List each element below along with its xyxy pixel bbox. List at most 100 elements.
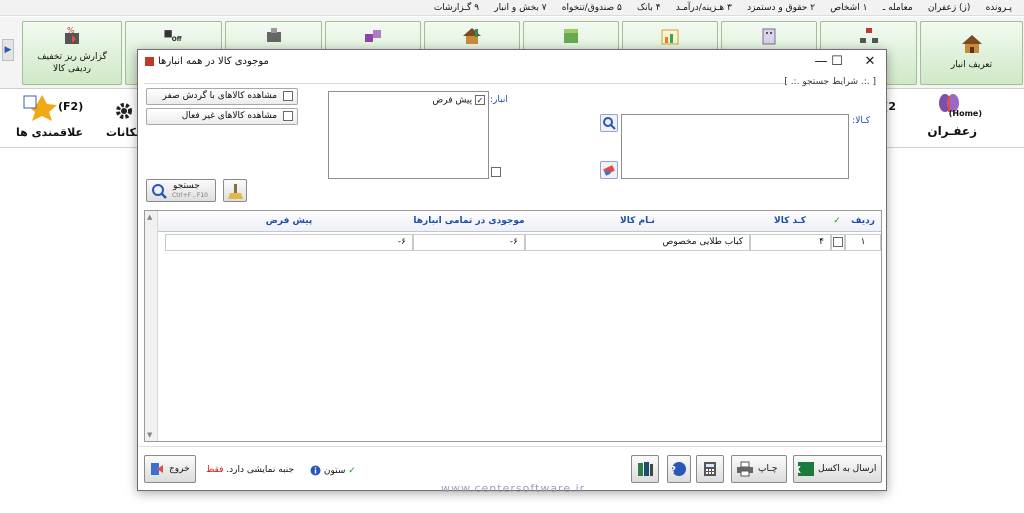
define-warehouse-button[interactable]: تعریف انبار [920,21,1023,85]
cell-row: ۱ [845,234,881,251]
menu-trade[interactable]: معامله ـ [877,0,919,16]
menu-persons[interactable]: ۱ اشخاص [824,0,873,16]
excel-icon: X [797,462,814,476]
option-inactive[interactable]: مشاهده کالاهای غیر فعال [146,108,298,125]
svg-text:X: X [797,465,801,476]
search-icon [152,184,167,199]
scroll-down-icon[interactable]: ▼ [147,431,152,439]
col-header-code[interactable]: کـد کالا [750,211,830,231]
search-conditions-divider [144,83,786,84]
calculator-icon [704,462,716,476]
ribbon-scroll-right-icon[interactable]: ▶ [2,39,14,61]
exit-button[interactable]: خروج [144,455,196,483]
search-button-label: جستجو [173,181,200,191]
cell-default: ۶- [165,234,413,251]
scroll-up-icon[interactable]: ▲ [147,213,152,221]
open-box-icon [564,29,578,43]
close-button[interactable]: ✕ [853,50,887,74]
exit-label: خروج [169,464,190,474]
maximize-button[interactable]: ☐ [820,50,854,74]
report-discount-button[interactable]: % گزارش ریز تخفیف ردیفی کالا [22,21,122,85]
report-discount-label-2: ردیفی کالا [53,64,91,74]
printer-icon [737,461,753,477]
dialog-app-icon [145,57,154,66]
option-zero-checkbox[interactable] [283,90,293,101]
eraser-icon [603,165,615,176]
books-button[interactable] [631,455,659,483]
help-button[interactable]: ? [667,455,691,483]
warehouse-select-all-checkbox[interactable] [491,167,501,177]
favorites-hotkey: (F2) [58,100,84,113]
warehouse-item-label: پیش فرض [432,95,473,106]
status-note: جنبه نمایشی دارد. فقط [206,465,294,475]
grid-scrollbar[interactable]: ▲ ▼ [145,211,158,441]
cell-name: کباب طلایی مخصوص [525,234,750,251]
col-header-row[interactable]: ردیف [845,211,881,231]
stock-grid[interactable]: ▲ ▼ ردیف ✓ کـد کالا نـام کالا موجودی در … [144,210,882,442]
product-list[interactable] [621,114,849,179]
product-label: کـالا: [852,116,870,126]
col-header-check-icon[interactable]: ✓ [831,211,843,231]
books-icon [638,462,653,476]
home-hotkey-label: (Home) [948,109,982,118]
building-icon [762,28,776,45]
favorites-label[interactable]: علاقمندی ها [16,126,83,139]
menu-zafaran[interactable]: (ز) زعفران [922,0,977,16]
col-header-default[interactable]: پیش فرض [165,211,413,231]
clear-filters-button[interactable] [223,179,247,202]
brand-label[interactable]: زعفـران [927,124,977,138]
cell-code: ۴ [750,234,831,251]
excel-export-button[interactable]: X ارسال به اکسل [793,455,882,483]
search-button[interactable]: جستجو Ctrl+F , F10 [146,179,216,202]
watermark-url: www.centersoftware.ir [441,482,586,495]
menu-file[interactable]: پـرونده [980,0,1018,16]
option-inactive-label: مشاهده کالاهای غیر فعال [181,111,278,121]
dialog-title: موجودی کالا در همه انبارها [158,56,269,67]
off-text: Off [171,37,181,43]
column-word: ستون [323,466,346,476]
product-clear-button[interactable] [600,161,618,179]
option-inactive-checkbox[interactable] [283,110,293,121]
define-warehouse-label: تعریف انبار [950,60,993,70]
svg-text:%: % [67,26,75,35]
help-icon: ? [671,462,686,476]
product-search-button[interactable] [600,114,618,132]
col-header-total[interactable]: موجودی در تمامی انبارها [413,211,525,231]
print-label: چـاپ [758,464,778,474]
col-header-name[interactable]: نـام کالا [525,211,750,231]
menu-bar: پـرونده (ز) زعفران معامله ـ ۱ اشخاص ۲ حق… [0,0,1024,16]
orders-icon [266,28,281,42]
excel-export-label: ارسال به اکسل [818,464,877,474]
cubes-icon [365,30,381,42]
exit-icon [151,463,163,475]
menu-expense[interactable]: ۳ هـزینه/درآمـد [670,0,738,16]
menu-bank[interactable]: ۴ بانک [631,0,667,16]
magnifier-icon [603,117,616,130]
warehouse-item[interactable]: ✓ پیش فرض [432,95,485,106]
dialog-titlebar: موجودی کالا در همه انبارها — ☐ ✕ [138,50,886,74]
calculator-button[interactable] [696,455,724,483]
warehouse-list[interactable]: ✓ پیش فرض [328,91,489,179]
home-warehouse-icon [961,35,982,53]
bar-chart-icon [661,29,679,45]
option-zero-label: مشاهده کالاهای با گردش صفر [162,91,278,101]
column-check-icon: ✓ [348,466,356,476]
menu-reports[interactable]: ۹ گـزارشات [428,0,485,16]
print-button[interactable]: چـاپ [731,455,787,483]
column-note: ✓ ستون [310,465,356,476]
off-icon: Off [163,30,181,43]
menu-payroll[interactable]: ۲ حقوق و دستمزد [741,0,821,16]
menu-warehouse[interactable]: ۷ بخش و انبار [488,0,552,16]
cell-checkbox[interactable] [831,234,845,251]
gear-icon[interactable] [113,100,135,122]
network-icon [859,28,878,43]
broom-icon [228,184,243,199]
menu-cash[interactable]: ۵ صندوق/تنخواه [556,0,628,16]
stock-dialog: موجودی کالا در همه انبارها — ☐ ✕ [ .:. ش… [137,49,887,491]
warehouse-item-checkbox[interactable]: ✓ [475,95,485,105]
search-button-hint: Ctrl+F , F10 [172,192,208,199]
house-arrow-icon [463,28,481,44]
option-zero-turnover[interactable]: مشاهده کالاهای با گردش صفر [146,88,298,105]
info-icon [310,465,321,476]
status-note-rest: جنبه نمایشی دارد. [226,465,295,475]
